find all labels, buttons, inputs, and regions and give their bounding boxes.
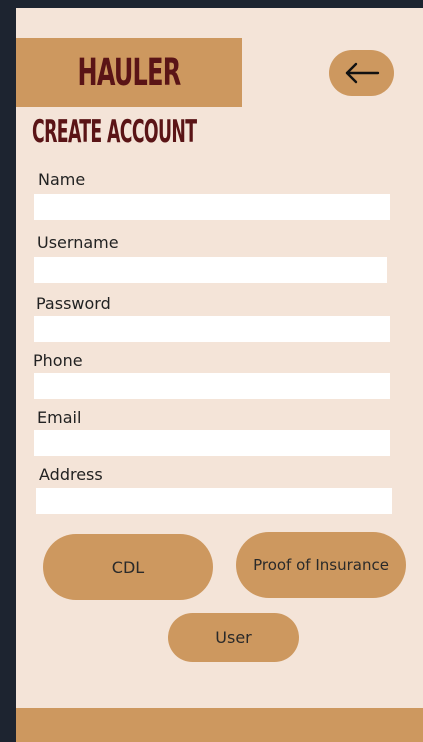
create-account-screen: HAULER CREATE ACCOUNT Name Username Pass… xyxy=(16,8,423,742)
password-label: Password xyxy=(36,294,111,313)
footer-bar xyxy=(16,708,423,742)
username-label: Username xyxy=(37,233,119,252)
phone-field[interactable] xyxy=(34,373,390,399)
page-heading: CREATE ACCOUNT xyxy=(32,114,197,150)
address-field[interactable] xyxy=(36,488,392,514)
phone-label: Phone xyxy=(33,351,83,370)
user-button[interactable]: User xyxy=(168,613,299,662)
name-label: Name xyxy=(38,170,86,189)
cdl-button[interactable]: CDL xyxy=(43,534,213,600)
password-field[interactable] xyxy=(34,316,390,342)
arrow-left-icon xyxy=(344,62,380,84)
address-label: Address xyxy=(39,465,103,484)
name-field[interactable] xyxy=(34,194,390,220)
email-label: Email xyxy=(37,408,82,427)
back-button[interactable] xyxy=(329,50,394,96)
app-title: HAULER xyxy=(77,51,181,94)
proof-of-insurance-button[interactable]: Proof of Insurance xyxy=(236,532,406,598)
email-field[interactable] xyxy=(34,430,390,456)
username-field[interactable] xyxy=(34,257,387,283)
